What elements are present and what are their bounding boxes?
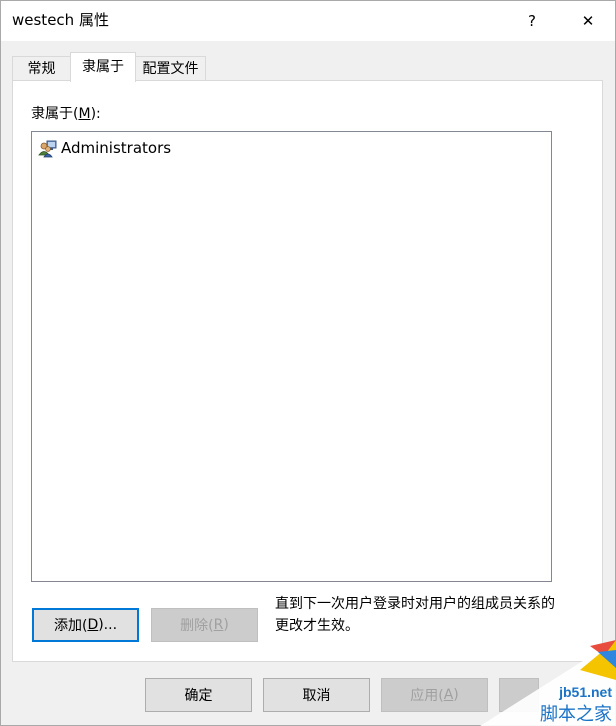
watermark-name: 脚本之家	[540, 704, 612, 725]
member-of-label: 隶属于(M):	[31, 106, 101, 122]
tab-general[interactable]: 常规	[12, 56, 71, 80]
tab-profile[interactable]: 配置文件	[135, 56, 206, 80]
membership-change-note: 直到下一次用户登录时对用户的组成员关系的更改才生效。	[275, 596, 555, 634]
tab-profile-label: 配置文件	[142, 61, 199, 77]
member-of-listbox[interactable]: Administrators	[31, 131, 552, 582]
close-button[interactable]: ✕	[565, 1, 611, 41]
window-title: westech 属性	[12, 11, 109, 29]
tab-member-of-label: 隶属于	[82, 59, 124, 75]
group-icon	[38, 138, 58, 158]
tab-general-label: 常规	[27, 61, 56, 77]
title-bar[interactable]: westech 属性 ? ✕	[1, 1, 615, 41]
apply-button[interactable]: 应用(A)	[381, 678, 488, 712]
properties-dialog: westech 属性 ? ✕ 常规 隶属于 配置文件 隶属于(M): Admin…	[0, 0, 616, 726]
list-item[interactable]: Administrators	[38, 138, 171, 158]
question-icon: ?	[528, 12, 536, 30]
close-icon: ✕	[581, 12, 595, 30]
dialog-help-button[interactable]	[499, 678, 539, 712]
help-button[interactable]: ?	[509, 1, 555, 41]
watermark-site: jb51.net	[559, 684, 612, 700]
cancel-button[interactable]: 取消	[263, 678, 370, 712]
remove-button[interactable]: 删除(R)	[151, 608, 258, 642]
add-button[interactable]: 添加(D)...	[32, 608, 139, 642]
tab-member-of[interactable]: 隶属于	[70, 52, 136, 82]
group-name: Administrators	[61, 139, 172, 157]
ok-button[interactable]: 确定	[145, 678, 252, 712]
